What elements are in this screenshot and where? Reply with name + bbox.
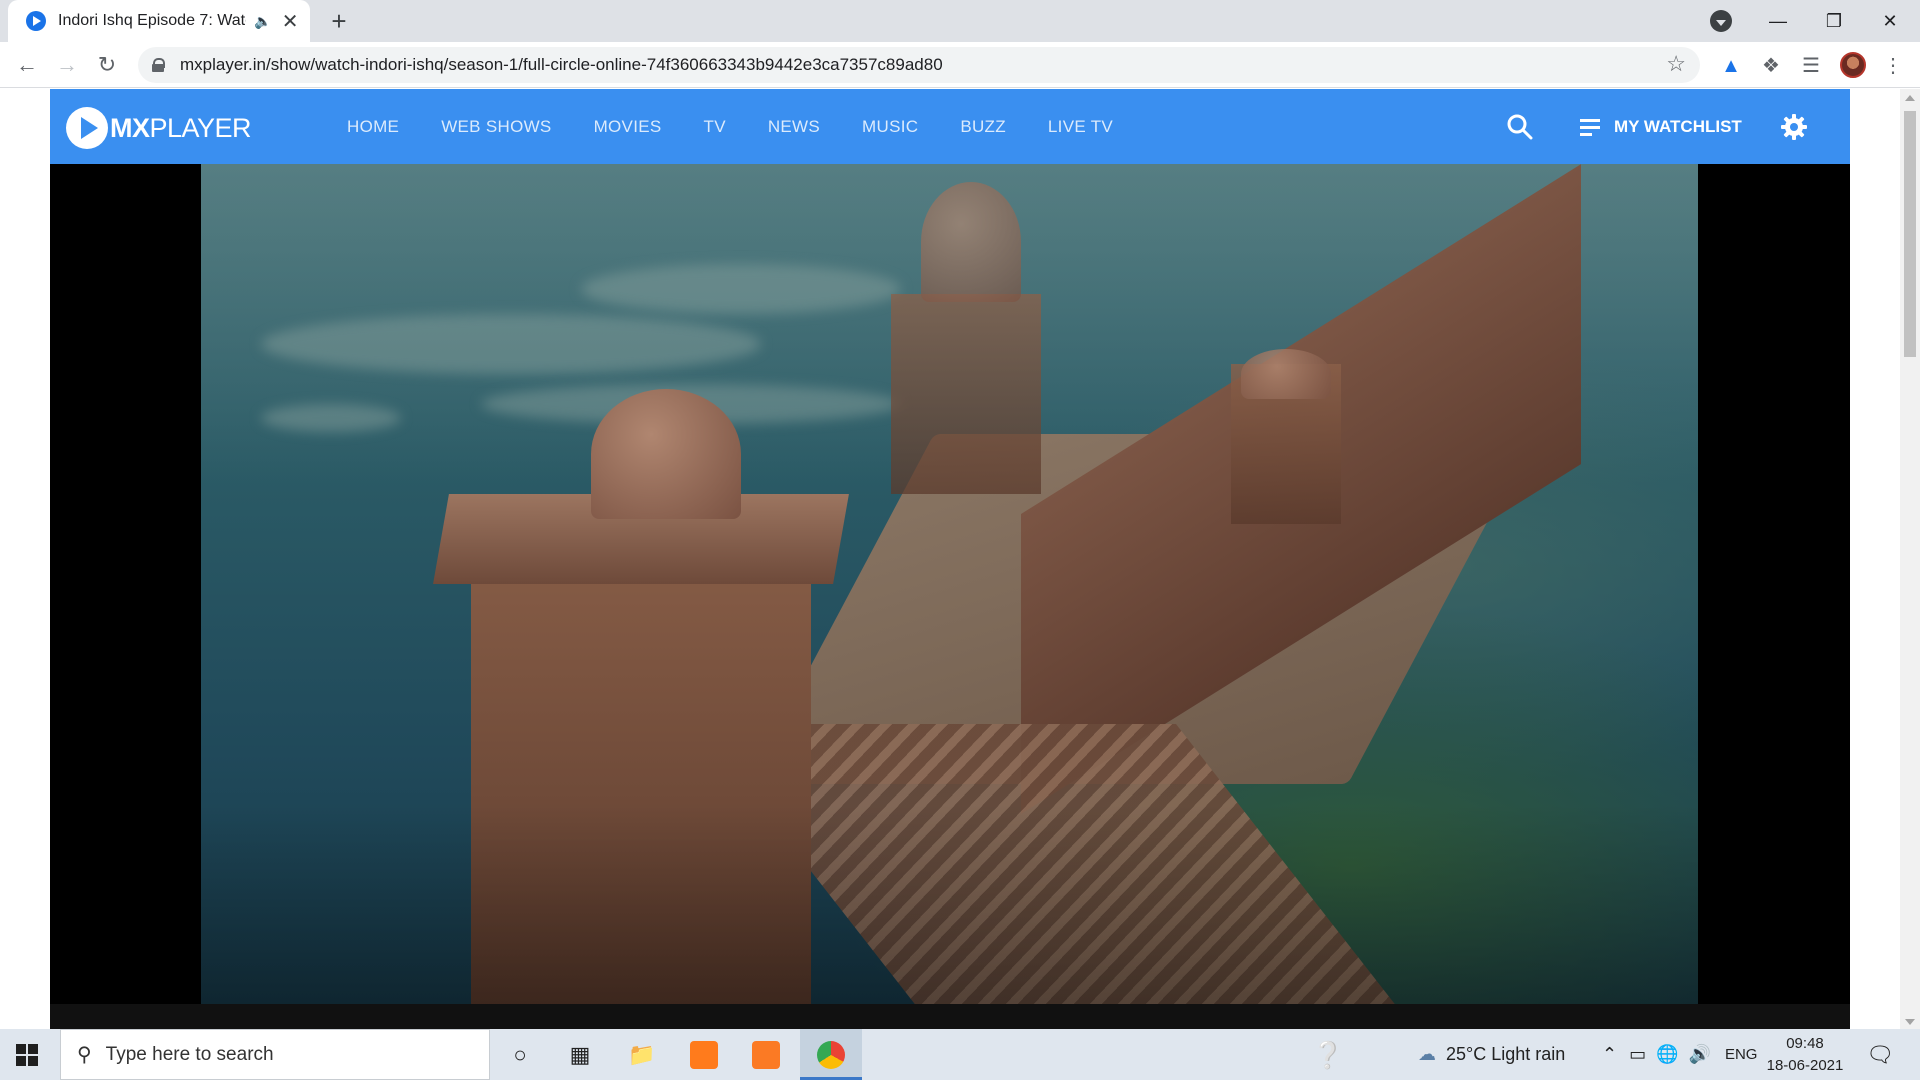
nav-web-shows[interactable]: WEB SHOWS <box>441 117 551 137</box>
task-view-icon[interactable]: ▦ <box>562 1037 598 1073</box>
nav-buzz[interactable]: BUZZ <box>960 117 1006 137</box>
taskbar-search-placeholder: Type here to search <box>105 1043 274 1065</box>
browser-toolbar: ← → ↻ mxplayer.in/show/watch-indori-ishq… <box>0 42 1920 88</box>
address-bar[interactable]: mxplayer.in/show/watch-indori-ishq/seaso… <box>138 47 1700 83</box>
chrome-menu-icon[interactable]: ⋮ <box>1880 53 1906 79</box>
restore-button[interactable]: ❐ <box>1806 0 1862 42</box>
windows-start-icon[interactable] <box>16 1044 38 1066</box>
back-tower <box>891 294 1041 494</box>
forward-button[interactable]: → <box>52 50 82 80</box>
back-dome <box>921 182 1021 302</box>
tab-title: Indori Ishq Episode 7: Watch <box>58 12 247 29</box>
sublime-text-icon[interactable] <box>686 1037 722 1073</box>
close-tab-icon[interactable]: ✕ <box>280 9 300 34</box>
page-viewport: MXPLAYER HOME WEB SHOWS MOVIES TV NEWS M… <box>0 89 1920 1029</box>
windows-taskbar: ⚲ Type here to search ○ ▦ 📁 ❔ ☁ 25°C Lig… <box>0 1029 1920 1080</box>
page-scrollbar[interactable] <box>1900 89 1920 1029</box>
help-icon[interactable]: ❔ <box>1310 1037 1346 1073</box>
back-button[interactable]: ← <box>12 50 42 80</box>
file-explorer-icon[interactable]: 📁 <box>624 1037 660 1073</box>
main-nav: HOME WEB SHOWS MOVIES TV NEWS MUSIC BUZZ… <box>347 89 1155 164</box>
clock-date: 18-06-2021 <box>1766 1057 1844 1074</box>
clock-time: 09:48 <box>1786 1035 1824 1052</box>
watchlist-icon <box>1580 117 1604 137</box>
nav-tv[interactable]: TV <box>704 117 726 137</box>
battery-icon[interactable]: ▭ <box>1629 1044 1646 1065</box>
clock[interactable]: 09:48 18-06-2021 <box>1762 1033 1848 1077</box>
mxplayer-favicon-icon <box>26 11 46 31</box>
play-logo-icon <box>66 107 108 149</box>
nav-movies[interactable]: MOVIES <box>594 117 662 137</box>
network-icon[interactable]: 🌐 <box>1656 1044 1678 1065</box>
media-control-icon[interactable]: ☰ <box>1798 53 1824 79</box>
notification-center-icon[interactable]: 🗨 <box>1862 1037 1898 1073</box>
weather-text: 25°C Light rain <box>1446 1044 1566 1064</box>
reload-button[interactable]: ↻ <box>92 50 122 80</box>
search-icon: ⚲ <box>77 1044 92 1066</box>
language-indicator[interactable]: ENG <box>1725 1046 1758 1063</box>
nav-music[interactable]: MUSIC <box>862 117 918 137</box>
mxplayer-page: MXPLAYER HOME WEB SHOWS MOVIES TV NEWS M… <box>50 89 1850 1029</box>
cloud-rain-icon: ☁ <box>1418 1044 1436 1064</box>
bookmark-star-icon[interactable]: ☆ <box>1666 51 1686 77</box>
player-controls-bar <box>50 1004 1850 1029</box>
scroll-up-icon[interactable] <box>1905 95 1915 101</box>
site-header: MXPLAYER HOME WEB SHOWS MOVIES TV NEWS M… <box>50 89 1850 164</box>
cortana-icon[interactable]: ○ <box>502 1037 538 1073</box>
scrollbar-thumb[interactable] <box>1904 111 1916 357</box>
system-tray: ⌃ ▭ 🌐 🔊 ENG <box>1602 1029 1757 1080</box>
mxplayer-logo[interactable]: MXPLAYER <box>66 107 252 149</box>
close-window-button[interactable]: ✕ <box>1862 0 1918 42</box>
search-icon[interactable] <box>1506 113 1534 141</box>
browser-tab-active[interactable]: Indori Ishq Episode 7: Watch 🔈 ✕ <box>8 0 310 42</box>
nav-home[interactable]: HOME <box>347 117 399 137</box>
lock-icon[interactable] <box>152 58 165 72</box>
browser-titlebar: Indori Ishq Episode 7: Watch 🔈 ✕ + — ❐ ✕ <box>0 0 1920 42</box>
tab-search-dropdown-icon[interactable] <box>1710 10 1732 32</box>
weather-widget[interactable]: ☁ 25°C Light rain <box>1418 1029 1565 1080</box>
url-text[interactable]: mxplayer.in/show/watch-indori-ishq/seaso… <box>180 55 943 75</box>
minimize-button[interactable]: — <box>1750 0 1806 42</box>
watchlist-label: MY WATCHLIST <box>1614 116 1742 136</box>
xampp-icon[interactable] <box>748 1037 784 1073</box>
show-hidden-icons-icon[interactable]: ⌃ <box>1602 1044 1617 1065</box>
gear-icon[interactable] <box>1780 113 1808 141</box>
video-player[interactable] <box>201 164 1698 1004</box>
new-tab-button[interactable]: + <box>324 6 354 36</box>
extensions-puzzle-icon[interactable]: ❖ <box>1758 53 1784 79</box>
logo-text: MXPLAYER <box>110 112 252 143</box>
extension-icon[interactable]: ▲ <box>1718 53 1744 79</box>
nav-news[interactable]: NEWS <box>768 117 820 137</box>
nav-live-tv[interactable]: LIVE TV <box>1048 117 1113 137</box>
chrome-icon[interactable] <box>813 1037 849 1073</box>
volume-icon[interactable]: 🔊 <box>1689 1044 1711 1065</box>
scroll-down-icon[interactable] <box>1905 1019 1915 1025</box>
profile-avatar[interactable] <box>1840 52 1866 78</box>
my-watchlist-button[interactable]: MY WATCHLIST <box>1580 89 1742 164</box>
front-dome <box>591 389 741 519</box>
speaker-icon[interactable]: 🔈 <box>254 13 274 30</box>
taskbar-search-box[interactable]: ⚲ Type here to search <box>60 1029 490 1080</box>
